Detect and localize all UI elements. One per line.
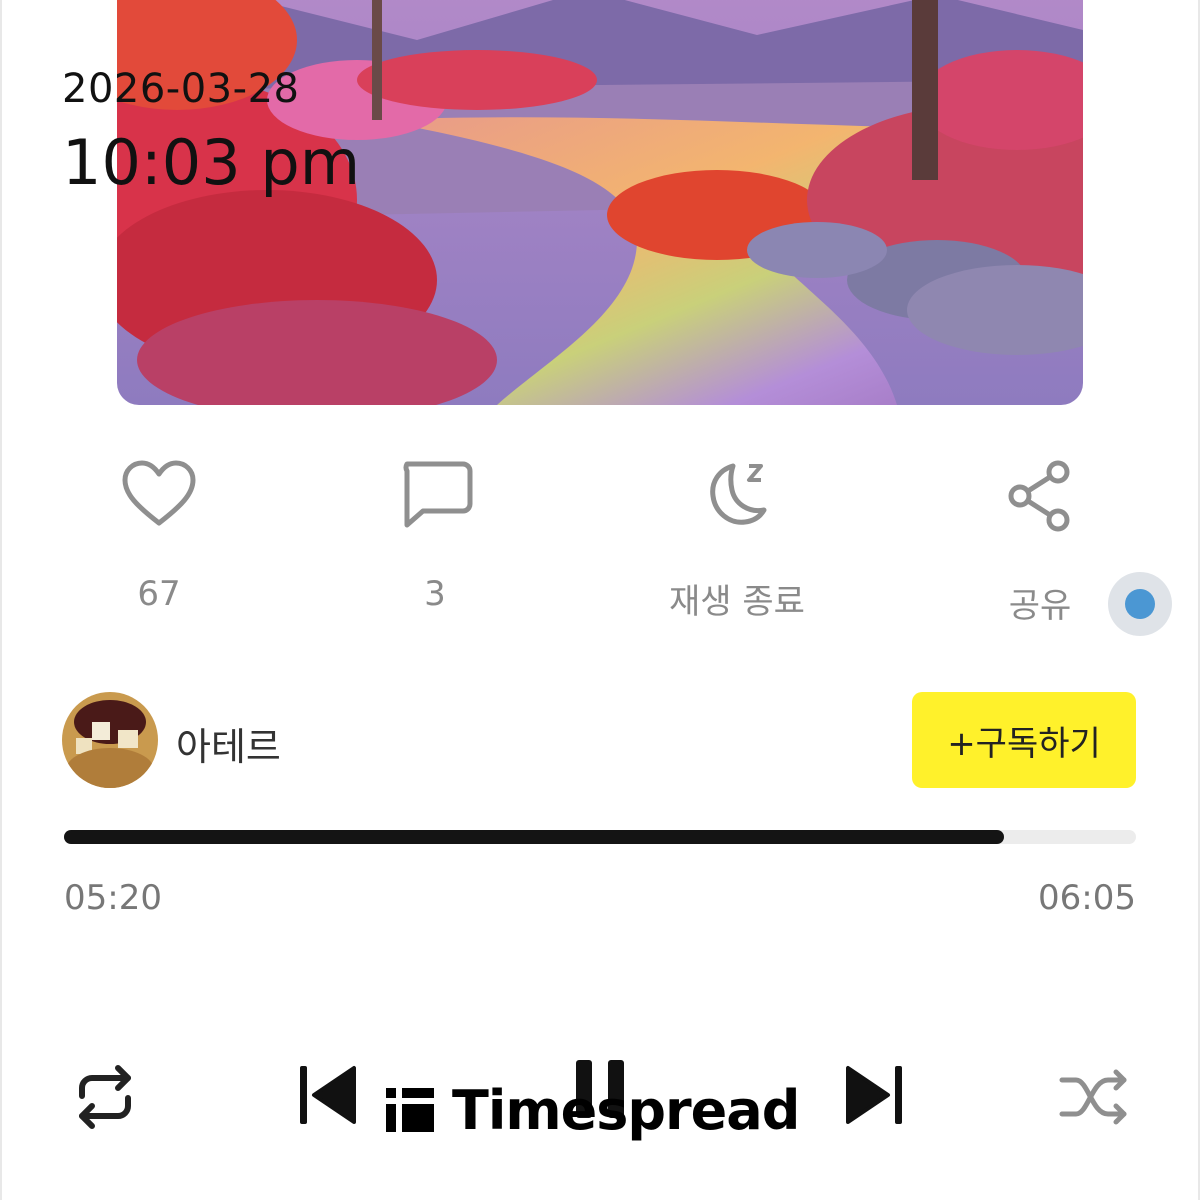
like-button[interactable]: 67: [79, 460, 239, 614]
watermark-text: Timespread: [452, 1078, 800, 1142]
moon-sleep-icon: [710, 463, 767, 525]
comment-button[interactable]: 3: [355, 460, 515, 614]
share-icon: [1008, 460, 1070, 532]
repeat-button[interactable]: [70, 1062, 140, 1132]
timespread-logo-icon: [386, 1088, 434, 1132]
progress-track[interactable]: [64, 830, 1136, 844]
next-button[interactable]: [842, 1062, 906, 1128]
sleep-timer-label: 재생 종료: [669, 582, 805, 622]
share-label: 공유: [1008, 586, 1072, 626]
overlay-time: 10:03 pm: [62, 126, 361, 199]
elapsed-time: 05:20: [64, 878, 162, 918]
overlay-date: 2026-03-28: [62, 66, 300, 112]
skip-next-icon: [846, 1066, 902, 1124]
repeat-icon: [79, 1065, 131, 1129]
assist-dot-icon: [1125, 589, 1155, 619]
cover-artwork: [117, 0, 1083, 405]
creator-name[interactable]: 아테르: [176, 716, 281, 771]
heart-icon: [122, 460, 196, 526]
progress-fill: [64, 830, 1005, 844]
shuffle-icon: [1059, 1069, 1127, 1125]
like-count: 67: [137, 574, 181, 614]
share-button[interactable]: 공유: [960, 460, 1120, 627]
comment-icon: [403, 461, 473, 528]
watermark: Timespread: [386, 1078, 800, 1142]
skip-previous-icon: [300, 1066, 356, 1124]
previous-button[interactable]: [296, 1062, 360, 1128]
total-time: 06:05: [1038, 878, 1136, 918]
subscribe-button[interactable]: +구독하기: [912, 692, 1136, 788]
creator-avatar[interactable]: [62, 692, 158, 788]
sleep-timer-button[interactable]: 재생 종료: [657, 460, 817, 623]
shuffle-button[interactable]: [1058, 1066, 1132, 1128]
comment-count: 3: [424, 574, 446, 614]
floating-assist-button[interactable]: [1108, 572, 1172, 636]
